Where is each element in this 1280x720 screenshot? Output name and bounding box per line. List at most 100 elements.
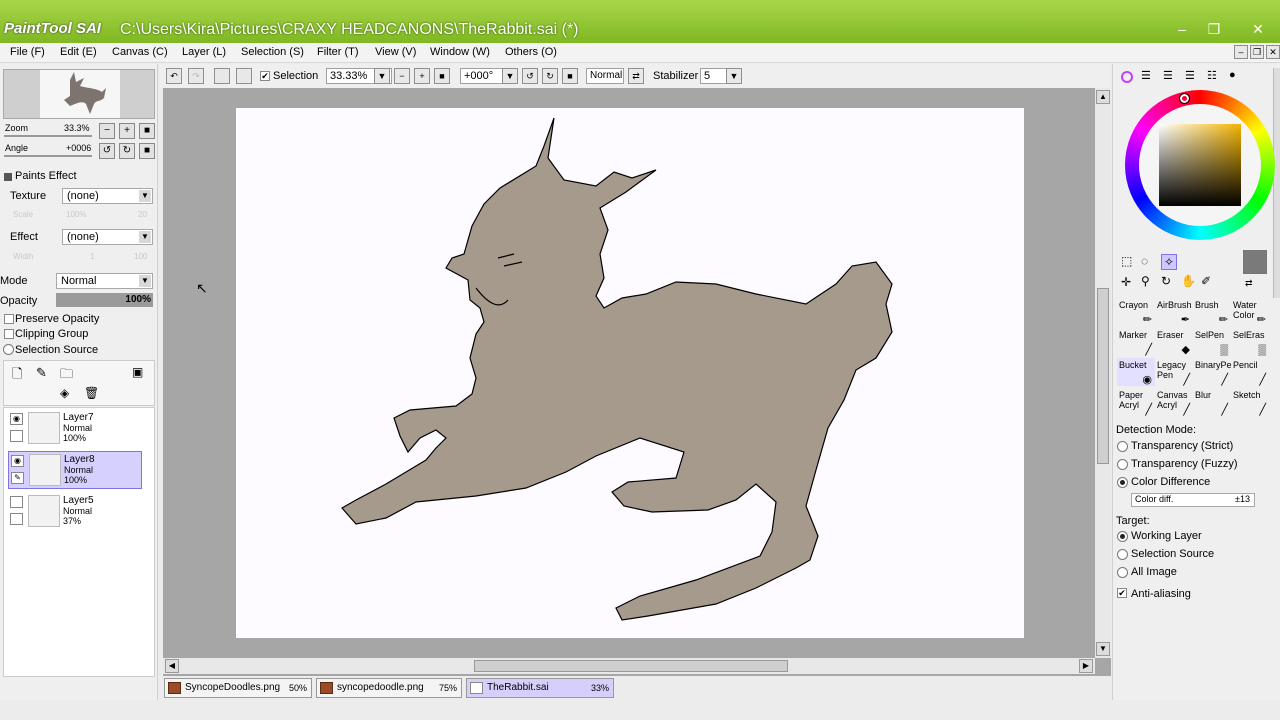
lock-icon[interactable] [10, 430, 23, 442]
zoom-out-icon[interactable]: − [394, 68, 410, 84]
mdi-minimize-icon[interactable]: – [1234, 45, 1248, 59]
menu-window[interactable]: Window (W) [430, 46, 490, 58]
detection-mode-strict-radio[interactable] [1117, 441, 1128, 452]
rotate-ccw-icon[interactable]: ↺ [522, 68, 538, 84]
deselect-icon[interactable] [214, 68, 230, 84]
zoom-in-button[interactable]: + [119, 123, 135, 139]
scroll-left-icon[interactable]: ◀ [165, 659, 179, 673]
zoom-slider[interactable] [4, 135, 92, 137]
swap-colors-icon[interactable]: ⇄ [1245, 278, 1253, 289]
tool-binary-pen[interactable]: BinaryPe ╱ [1193, 358, 1232, 386]
tool-eraser[interactable]: Eraser ◆ [1155, 328, 1193, 356]
scroll-up-icon[interactable]: ▲ [1096, 90, 1110, 104]
tool-crayon[interactable]: Crayon ✏ [1117, 298, 1155, 326]
stabilizer-dropdown-icon[interactable]: ▼ [726, 68, 742, 84]
rotate-tool-icon[interactable]: ↻ [1161, 274, 1171, 288]
eye-hidden-icon[interactable] [10, 496, 23, 508]
scroll-down-icon[interactable]: ▼ [1096, 642, 1110, 656]
menu-file[interactable]: File (F) [10, 46, 45, 58]
maximize-icon[interactable]: ❐ [1203, 20, 1225, 38]
color-wheel[interactable] [1125, 90, 1275, 240]
zoom-reset-icon[interactable]: ■ [434, 68, 450, 84]
menu-canvas[interactable]: Canvas (C) [112, 46, 168, 58]
zoom-tool-icon[interactable]: ⚲ [1141, 274, 1150, 288]
hsv-slider-tab-icon[interactable]: ☰ [1163, 69, 1173, 82]
menu-layer[interactable]: Layer (L) [182, 46, 226, 58]
view-mode-field[interactable]: Normal [586, 68, 624, 84]
texture-select[interactable]: (none) ▼ [62, 188, 153, 204]
mdi-close-icon[interactable]: ✕ [1266, 45, 1280, 59]
horizontal-scrollbar[interactable]: ◀ ▶ [163, 658, 1095, 674]
saturation-value-square[interactable] [1159, 124, 1241, 206]
tool-bucket[interactable]: Bucket ◉ [1117, 358, 1155, 386]
angle-dropdown-icon[interactable]: ▼ [502, 68, 518, 84]
eye-icon[interactable]: ◉ [10, 413, 23, 425]
zoom-dropdown-icon[interactable]: ▼ [374, 68, 390, 84]
tool-selpen[interactable]: SelPen ▒ [1193, 328, 1231, 356]
delete-layer-icon[interactable]: 🗑 [84, 386, 99, 400]
new-layer-icon[interactable]: 🗋 [12, 365, 22, 387]
mdi-restore-icon[interactable]: ❐ [1250, 45, 1264, 59]
lock-icon[interactable] [10, 513, 23, 525]
menu-filter[interactable]: Filter (T) [317, 46, 359, 58]
effect-select[interactable]: (none) ▼ [62, 229, 153, 245]
file-tab[interactable]: SyncopeDoodles.png 50% [164, 678, 312, 698]
tool-legacy-pen[interactable]: Legacy Pen ╱ [1155, 358, 1193, 386]
swatch-tab-icon[interactable]: ☰ [1185, 69, 1195, 82]
tool-brush[interactable]: Brush ✏ [1193, 298, 1231, 326]
target-working-layer-radio[interactable] [1117, 531, 1128, 542]
layer-mask-icon[interactable]: ▣ [132, 365, 143, 379]
invert-selection-icon[interactable] [236, 68, 252, 84]
new-folder-icon[interactable]: 🗀 [60, 365, 73, 387]
layer-item-selected[interactable]: ◉ ✎ Layer8 Normal 100% [8, 451, 142, 489]
flip-icon[interactable]: ⇄ [628, 68, 644, 84]
tool-marker[interactable]: Marker ╱ [1117, 328, 1155, 356]
current-color-swatch[interactable] [1243, 250, 1267, 274]
redo-icon[interactable]: ↷ [188, 68, 204, 84]
new-linework-layer-icon[interactable]: ✎ [36, 365, 47, 381]
pen-icon[interactable]: ✎ [11, 472, 24, 484]
detection-mode-color-diff-radio[interactable] [1117, 477, 1128, 488]
tool-canvas-acrylic[interactable]: Canvas Acryl ╱ [1155, 388, 1193, 416]
color-wheel-tab-icon[interactable] [1119, 70, 1135, 84]
clipping-group-checkbox[interactable] [4, 329, 14, 339]
tool-pencil[interactable]: Pencil ╱ [1231, 358, 1269, 386]
eyedropper-icon[interactable]: ✐ [1201, 274, 1211, 288]
preserve-opacity-checkbox[interactable] [4, 314, 14, 324]
vertical-scrollbar[interactable]: ▲ ▼ [1095, 88, 1111, 658]
layer-item[interactable]: ◉ Layer7 Normal 100% [8, 410, 142, 448]
color-diff-slider[interactable]: Color diff. ±13 [1131, 493, 1255, 507]
clear-layer-icon[interactable]: ◈ [60, 386, 69, 400]
menu-selection[interactable]: Selection (S) [241, 46, 304, 58]
tool-paper-acrylic[interactable]: Paper Acryl ╱ [1117, 388, 1155, 416]
tool-airbrush[interactable]: AirBrush ✒ [1155, 298, 1193, 326]
rotate-right-button[interactable]: ↻ [119, 143, 135, 159]
color-picker-tab-icon[interactable]: ● [1229, 69, 1236, 81]
scroll-right-icon[interactable]: ▶ [1079, 659, 1093, 673]
collapse-icon[interactable] [4, 173, 12, 181]
navigator-preview[interactable] [3, 69, 155, 119]
close-icon[interactable]: ✕ [1247, 20, 1269, 38]
hand-icon[interactable]: ✋ [1181, 274, 1196, 288]
tool-watercolor[interactable]: Water Color ✏ [1231, 298, 1269, 326]
angle-slider[interactable] [4, 155, 92, 157]
rotate-left-button[interactable]: ↺ [99, 143, 115, 159]
undo-icon[interactable]: ↶ [166, 68, 182, 84]
canvas-paper[interactable] [236, 108, 1024, 638]
tool-sketch[interactable]: Sketch ╱ [1231, 388, 1269, 416]
horizontal-scroll-thumb[interactable] [474, 660, 788, 672]
vertical-scroll-thumb[interactable] [1097, 288, 1109, 464]
zoom-reset-button[interactable]: ■ [139, 123, 155, 139]
menu-edit[interactable]: Edit (E) [60, 46, 97, 58]
detection-mode-fuzzy-radio[interactable] [1117, 459, 1128, 470]
target-selection-source-radio[interactable] [1117, 549, 1128, 560]
tool-blur[interactable]: Blur ╱ [1193, 388, 1231, 416]
opacity-slider[interactable]: 100% [56, 293, 153, 307]
zoom-out-button[interactable]: − [99, 123, 115, 139]
magic-wand-icon[interactable]: ✧ [1161, 254, 1177, 270]
layer-item[interactable]: Layer5 Normal 37% [8, 493, 142, 531]
menu-others[interactable]: Others (O) [505, 46, 557, 58]
zoom-in-icon[interactable]: + [414, 68, 430, 84]
hue-handle[interactable] [1179, 93, 1190, 104]
move-icon[interactable]: ✛ [1121, 275, 1131, 289]
